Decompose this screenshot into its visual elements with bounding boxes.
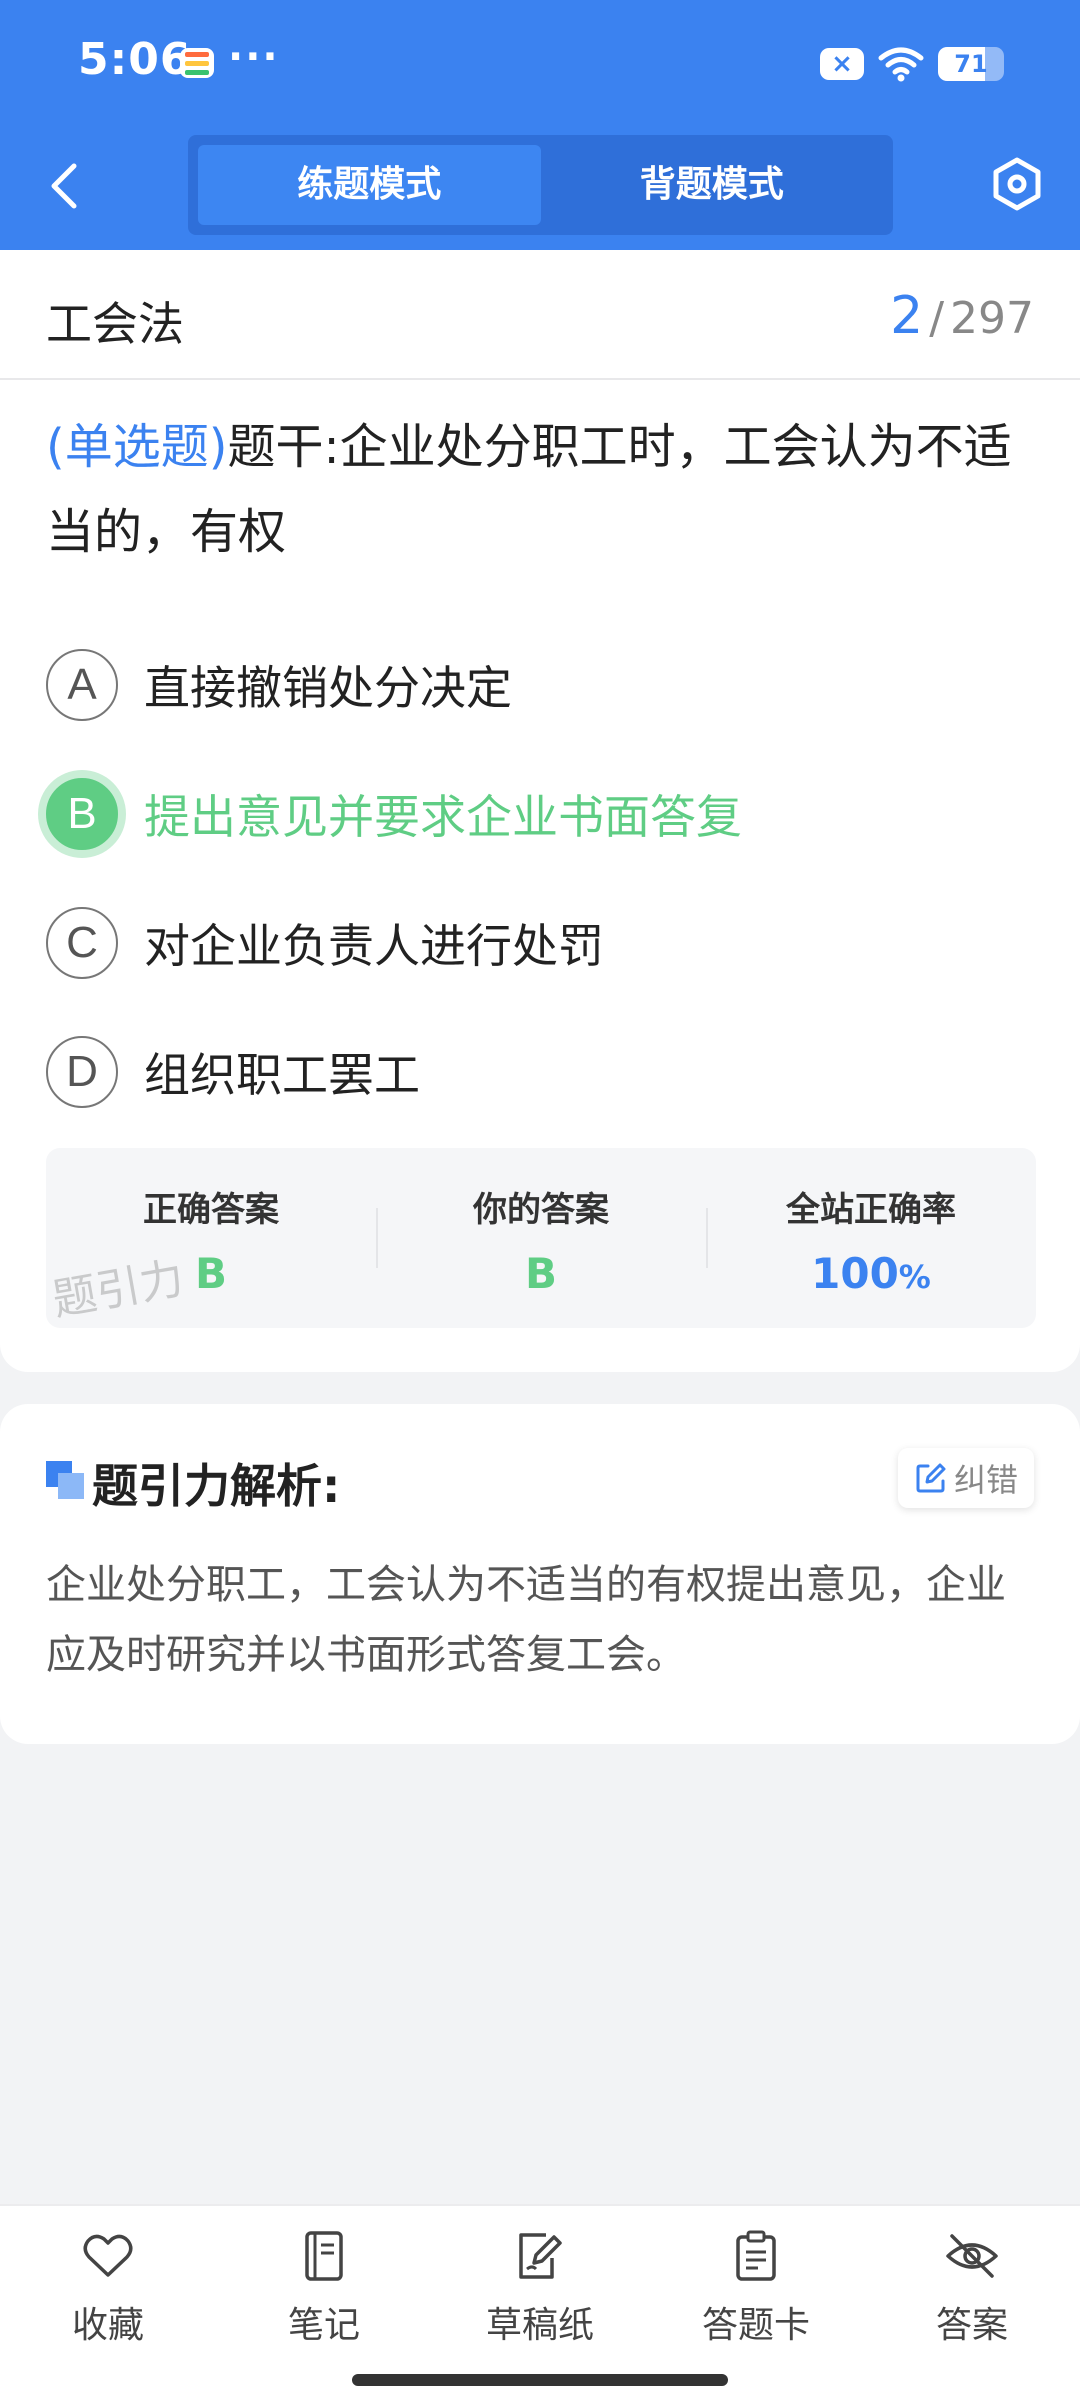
answer-stats: 正确答案 B 题引力 你的答案 B 全站正确率 100% [46,1148,1036,1328]
analysis-card: 题引力解析: 纠错 企业处分职工，工会认为不适当的有权提出意见，企业应及时研究并… [0,1404,1080,1744]
option-list: A 直接撤销处分决定 B 提出意见并要求企业书面答复 C 对企业负责人进行处罚 … [46,620,1046,1136]
stat-label: 全站正确率 [786,1190,956,1230]
stat-accuracy: 全站正确率 100% [706,1148,1036,1328]
tab-practice-mode[interactable]: 练题模式 [198,145,541,225]
tab-label: 答题卡 [701,2305,810,2346]
battery-icon: 71 [938,47,1004,81]
notebook-icon [305,2231,343,2281]
stat-your-answer: 你的答案 B [376,1148,706,1328]
top-bar: 5:06 ··· × 71 练题模式 背题模式 [0,0,1080,250]
analysis-text: 企业处分职工，工会认为不适当的有权提出意见，企业应及时研究并以书面形式答复工会。 [46,1562,1006,1678]
answer-sheet-icon [736,2230,776,2281]
section-square-icon [46,1461,84,1499]
settings-icon[interactable] [988,155,1046,213]
question-type: (单选题) [46,419,228,475]
edit-icon [916,1463,946,1493]
accuracy-number: 100 [811,1249,899,1298]
accuracy-value: 100% [706,1249,1036,1298]
answer-sheet-button[interactable]: 答题卡 [648,2206,864,2356]
status-time: 5:06 [78,34,192,85]
tab-memorize-mode[interactable]: 背题模式 [541,145,884,225]
option-c[interactable]: C 对企业负责人进行处罚 [46,878,1046,1007]
show-answer-button[interactable]: 答案 [864,2206,1080,2356]
question-card: 工会法 2/297 (单选题)题干:企业处分职工时，工会认为不适当的，有权 A … [0,250,1080,1372]
report-error-label: 纠错 [953,1461,1018,1499]
question-card-header: 工会法 2/297 [0,250,1080,380]
tab-label: 答案 [935,2305,1008,2346]
analysis-title: 题引力解析: [92,1459,341,1513]
option-letter: A [46,648,118,721]
status-indicators: × 71 [820,44,1004,84]
app-screen: 5:06 ··· × 71 练题模式 背题模式 工会法 2 / 297 (单选题… [0,0,1080,2400]
progress-total: 297 [950,293,1034,344]
stat-label: 正确答案 [143,1190,279,1230]
notification-x-icon: × [820,48,864,80]
option-a[interactable]: A 直接撤销处分决定 [46,620,1046,749]
tab-label: 收藏 [71,2305,144,2346]
question-stem: (单选题)题干:企业处分职工时，工会认为不适当的，有权 [46,405,1046,575]
wifi-icon [878,47,924,82]
option-b[interactable]: B 提出意见并要求企业书面答复 [46,749,1046,878]
heart-icon [83,2234,133,2277]
option-letter: B [46,777,118,850]
option-text: 组织职工罢工 [144,1047,420,1102]
option-text: 提出意见并要求企业书面答复 [144,789,742,844]
option-text: 对企业负责人进行处罚 [144,918,604,973]
tab-label: 草稿纸 [485,2305,594,2346]
status-bar: 5:06 ··· × 71 [0,0,1080,125]
option-text: 直接撤销处分决定 [144,660,512,715]
notes-button[interactable]: 笔记 [216,2206,432,2356]
battery-level: 71 [954,50,988,78]
more-notifications-icon: ··· [228,34,280,80]
option-letter: C [46,906,118,979]
progress-current: 2 [890,286,924,346]
wallet-app-icon [180,48,214,78]
option-d[interactable]: D 组织职工罢工 [46,1007,1046,1136]
subject-title: 工会法 [46,297,184,351]
tab-label: 笔记 [287,2305,360,2346]
accuracy-unit: % [898,1258,931,1296]
question-progress: 2/297 [890,286,1034,346]
your-answer-value: B [524,1249,557,1298]
chevron-left-icon[interactable] [40,158,90,214]
bottom-toolbar: 收藏 笔记 草稿纸 答题卡 答案 [0,2204,1080,2400]
draft-paper-button[interactable]: 草稿纸 [432,2206,648,2356]
stat-correct-answer: 正确答案 B 题引力 [46,1148,376,1328]
option-letter: D [46,1035,118,1108]
draft-paper-icon [519,2233,562,2279]
stat-label: 你的答案 [473,1190,609,1230]
mode-switcher: 练题模式 背题模式 [188,135,893,235]
eye-off-icon [946,2234,998,2278]
home-indicator[interactable] [352,2374,728,2386]
report-error-button[interactable]: 纠错 [898,1448,1034,1508]
favorite-button[interactable]: 收藏 [0,2206,216,2356]
progress-separator: / [929,293,945,344]
